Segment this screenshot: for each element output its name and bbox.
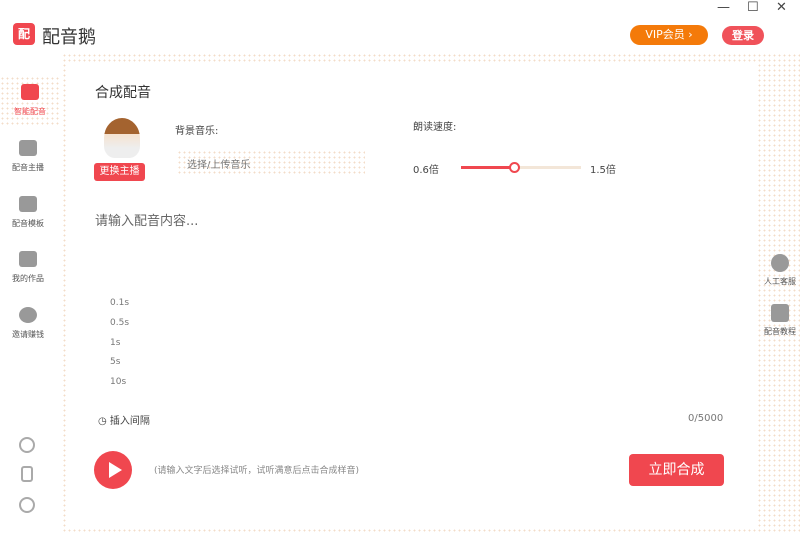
char-count: 0/5000 — [688, 413, 724, 424]
content-input[interactable]: 请输入配音内容... — [95, 210, 198, 229]
sidebar-item-templates[interactable]: 配音模板 — [0, 196, 56, 229]
hint-text: (请输入文字后选择试听，试听满意后点击合成样音) — [154, 466, 360, 476]
insert-pause-button[interactable]: ◷ 插入间隔 — [98, 412, 150, 427]
minimize-button[interactable]: — — [717, 0, 730, 15]
login-button[interactable]: 登录 — [722, 26, 764, 45]
maximize-button[interactable]: ☐ — [747, 0, 759, 15]
money-bag-icon — [19, 307, 37, 323]
sidebar-item-anchors[interactable]: 配音主播 — [0, 140, 56, 173]
customer-service-button[interactable]: 人工客服 — [760, 254, 800, 287]
play-button[interactable] — [94, 451, 132, 489]
vip-button[interactable]: VIP会员 › — [630, 25, 708, 45]
right-item-label: 人工客服 — [764, 277, 796, 286]
speed-min: 0.6倍 — [413, 165, 439, 176]
sound-wave-icon — [21, 84, 39, 100]
speed-max: 1.5倍 — [590, 165, 616, 176]
clock-icon: ◷ — [98, 416, 110, 427]
phone-icon[interactable] — [21, 466, 33, 482]
sidebar-item-smart-dubbing[interactable]: 智能配音 — [0, 76, 60, 125]
pause-option[interactable]: 0.5s — [110, 318, 129, 328]
anchor-avatar — [104, 118, 140, 158]
change-anchor-button[interactable]: 更换主播 — [94, 163, 145, 181]
synthesize-button[interactable]: 立即合成 — [629, 454, 724, 486]
pause-option[interactable]: 5s — [110, 357, 120, 367]
book-icon — [771, 304, 789, 322]
sidebar-item-invite[interactable]: 邀请赚钱 — [0, 307, 56, 340]
sidebar-item-label: 配音主播 — [12, 163, 44, 172]
sidebar-item-label: 配音模板 — [12, 219, 44, 228]
bg-music-placeholder: 选择/上传音乐 — [187, 160, 251, 171]
app-name: 配音鹅 — [42, 27, 96, 48]
pause-option[interactable]: 0.1s — [110, 298, 129, 308]
sidebar-item-works[interactable]: 我的作品 — [0, 251, 56, 284]
sidebar-item-label: 我的作品 — [12, 274, 44, 283]
brand-icon[interactable] — [19, 437, 35, 453]
headset-icon — [771, 254, 789, 272]
speed-label: 朗读速度: — [413, 122, 457, 133]
headset-icon — [19, 140, 37, 156]
pause-option[interactable]: 1s — [110, 338, 120, 348]
bg-music-label: 背景音乐: — [175, 126, 219, 137]
insert-pause-label: 插入间隔 — [109, 416, 150, 427]
tutorial-button[interactable]: 配音教程 — [760, 304, 800, 337]
right-item-label: 配音教程 — [764, 327, 796, 336]
folder-icon — [19, 251, 37, 267]
sidebar-item-label: 邀请赚钱 — [12, 330, 44, 339]
close-button[interactable]: ✕ — [776, 0, 787, 15]
pause-option[interactable]: 10s — [110, 377, 126, 387]
sidebar-item-label: 智能配音 — [14, 107, 46, 116]
template-icon — [19, 196, 37, 212]
app-logo: 配 — [13, 23, 35, 45]
bg-music-select[interactable]: 选择/上传音乐 — [177, 150, 365, 176]
gear-icon[interactable] — [19, 497, 35, 513]
speed-slider-fill — [461, 166, 515, 169]
page-title: 合成配音 — [95, 85, 151, 101]
